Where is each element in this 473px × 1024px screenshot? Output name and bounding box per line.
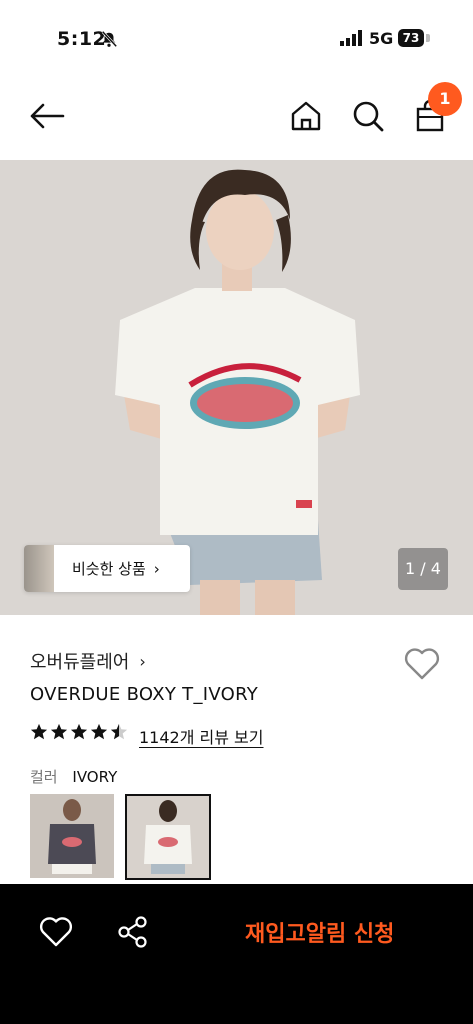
battery-tip: [426, 34, 430, 42]
chevron-right-icon: ›: [153, 559, 160, 578]
product-name: OVERDUE BOXY T_IVORY: [30, 684, 259, 705]
star-full-icon: [30, 723, 48, 740]
color-option-ivory[interactable]: [125, 794, 211, 880]
star-full-icon: [50, 723, 68, 740]
swatch-photo: [30, 794, 114, 878]
chevron-right-icon: ›: [139, 651, 146, 671]
star-half-icon: [110, 723, 128, 740]
color-label: 컬러: [30, 768, 58, 786]
color-option-charcoal[interactable]: [30, 794, 114, 878]
swatch-photo: [127, 796, 209, 878]
similar-products-label: 비슷한 상품: [72, 560, 146, 578]
brand-name: 오버듀플레어: [30, 652, 130, 673]
bottom-action-bar: [0, 884, 473, 1024]
star-full-icon: [70, 723, 88, 740]
brand-link[interactable]: 오버듀플레어 ›: [30, 648, 146, 674]
bell-muted-icon: [101, 30, 118, 48]
wishlist-heart-icon[interactable]: [403, 645, 441, 683]
home-icon: [291, 101, 321, 131]
reviews-link[interactable]: 1142개 리뷰 보기: [139, 724, 264, 748]
search-button[interactable]: [346, 94, 390, 138]
search-icon: [353, 101, 384, 132]
similar-products-button[interactable]: 비슷한 상품 ›: [24, 545, 190, 592]
similar-thumbnail: [24, 545, 54, 592]
color-row: 컬러 IVORY: [30, 766, 117, 787]
top-nav: [0, 70, 473, 160]
network-type: 5G: [369, 29, 394, 48]
rating-stars: [30, 723, 130, 741]
arrow-left-icon: [30, 103, 65, 129]
share-icon[interactable]: [115, 914, 151, 950]
star-full-icon: [90, 723, 108, 740]
restock-alert-button[interactable]: 재입고알림 신청: [245, 916, 394, 948]
cart-count-badge: 1: [428, 82, 462, 116]
status-bar: 5:12 5G 73: [0, 0, 473, 70]
signal-icon: [340, 30, 362, 46]
home-button[interactable]: [284, 94, 328, 138]
back-button[interactable]: [25, 94, 69, 138]
battery-icon: 73: [398, 29, 424, 47]
image-counter: 1 / 4: [398, 548, 448, 590]
heart-icon[interactable]: [38, 914, 74, 950]
status-time: 5:12: [57, 28, 107, 50]
color-value: IVORY: [72, 768, 118, 786]
